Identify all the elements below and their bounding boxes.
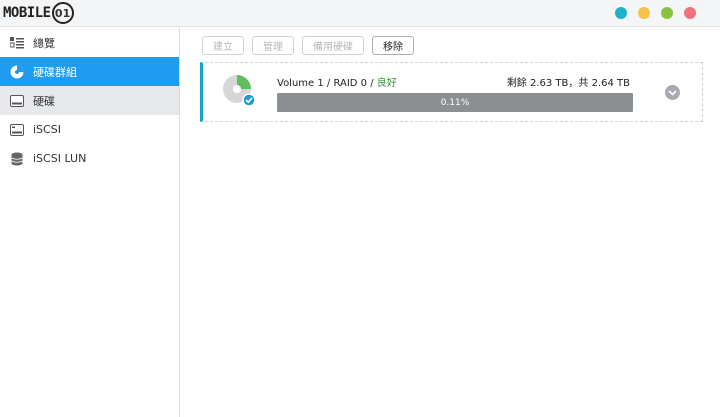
spare-disk-button[interactable]: 備用硬碟: [302, 36, 364, 55]
storage-pool-icon: [9, 65, 24, 79]
volume-card[interactable]: Volume 1 / RAID 0 / 良好 剩餘 2.63 TB，共 2.64…: [200, 62, 703, 122]
usage-progress-bar: 0.11%: [277, 93, 633, 112]
total-space: ，共 2.64 TB: [568, 78, 630, 89]
sidebar-item-iscsi-lun[interactable]: iSCSI LUN: [0, 144, 179, 173]
free-space: 剩餘 2.63 TB: [506, 78, 569, 89]
separator: /: [323, 78, 334, 89]
sidebar-item-label: 硬碟群組: [33, 65, 77, 79]
create-button[interactable]: 建立: [202, 36, 244, 55]
remove-button[interactable]: 移除: [372, 36, 414, 55]
volume-title: Volume 1 / RAID 0 / 良好: [277, 74, 397, 89]
separator: /: [367, 78, 377, 89]
sidebar-item-label: 總覽: [33, 36, 55, 50]
toolbar: 建立 管理 備用硬碟 移除: [202, 36, 414, 55]
red-window-dot[interactable]: [684, 7, 696, 19]
iscsi-icon: [9, 123, 24, 137]
teal-window-dot[interactable]: [615, 7, 627, 19]
logo-mark: 01: [51, 2, 74, 24]
sidebar-item-iscsi[interactable]: iSCSI: [0, 115, 179, 144]
logo-text: MOBILE: [3, 5, 51, 21]
mobile01-logo: MOBILE 01: [3, 2, 74, 24]
raid-type: RAID 0: [333, 78, 368, 89]
storage-pool-status-icon: [222, 73, 256, 109]
sidebar-item-label: 硬碟: [33, 94, 55, 108]
volume-name: Volume 1: [277, 78, 324, 89]
database-icon: [9, 152, 24, 166]
window-controls: [615, 7, 696, 19]
manage-button[interactable]: 管理: [252, 36, 294, 55]
chevron-down-icon[interactable]: [665, 85, 680, 100]
sidebar-item-label: iSCSI LUN: [33, 152, 87, 165]
volume-status: 良好: [376, 78, 397, 89]
title-bar: MOBILE 01: [0, 0, 720, 27]
sidebar-item-hard-drive[interactable]: 硬碟: [0, 86, 179, 115]
sidebar-item-label: iSCSI: [33, 123, 61, 136]
hard-drive-icon: [9, 94, 24, 108]
sidebar-item-overview[interactable]: 總覽: [0, 28, 179, 57]
main-panel: 建立 管理 備用硬碟 移除 Volume 1 / RAID 0 / 良好 剩餘 …: [180, 28, 720, 417]
list-icon: [9, 36, 24, 50]
sidebar: 總覽 硬碟群組 硬碟 iSCSI iSCSI LUN: [0, 28, 180, 417]
green-window-dot[interactable]: [661, 7, 673, 19]
usage-progress-label: 0.11%: [440, 97, 470, 108]
sidebar-item-storage-pool[interactable]: 硬碟群組: [0, 57, 179, 86]
yellow-window-dot[interactable]: [638, 7, 650, 19]
volume-capacity: 剩餘 2.63 TB，共 2.64 TB: [507, 74, 630, 89]
